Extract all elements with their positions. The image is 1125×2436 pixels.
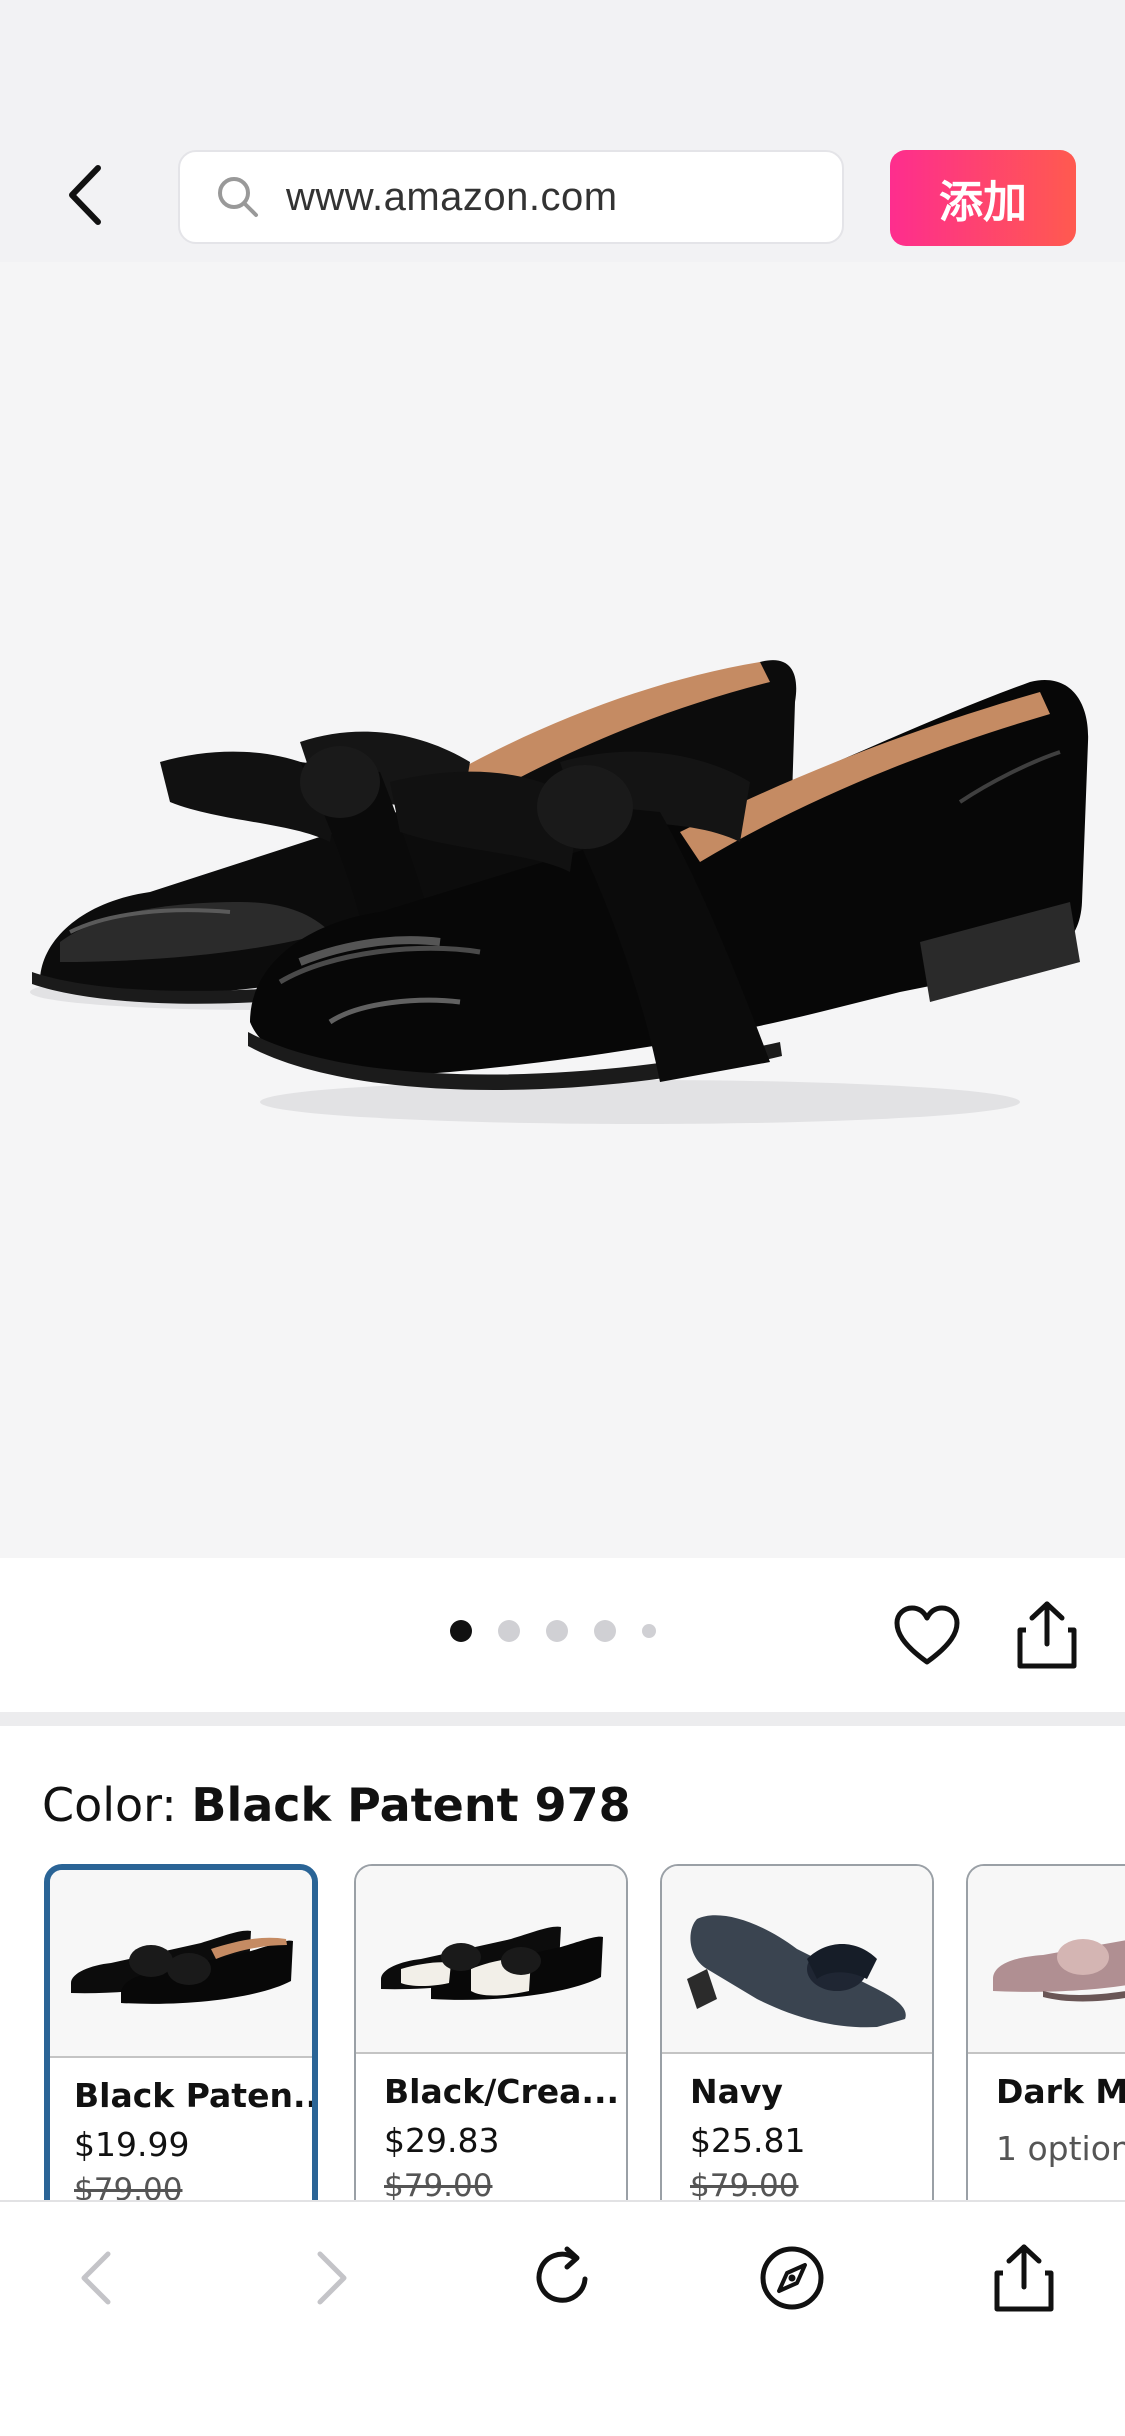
forward-arrow-icon xyxy=(317,2251,347,2305)
share-icon xyxy=(1017,1601,1077,1669)
carousel-dots xyxy=(450,1620,682,1642)
browser-bottom-toolbar xyxy=(0,2200,1125,2436)
variation-thumbnail xyxy=(662,1866,932,2054)
share-product-button[interactable] xyxy=(1012,1598,1082,1672)
carousel-dot-5[interactable] xyxy=(642,1624,656,1638)
variation-list-price: $79.00 xyxy=(384,2168,493,2200)
share-button[interactable] xyxy=(984,2238,1064,2318)
variation-card-black-patent[interactable]: Black Paten... $19.99 $79.00 xyxy=(44,1864,318,2200)
carousel-dot-1[interactable] xyxy=(450,1620,472,1642)
variation-price: $29.83 xyxy=(384,2121,500,2160)
variation-name: Dark Mau xyxy=(996,2072,1125,2111)
reload-button[interactable] xyxy=(522,2238,602,2318)
carousel-dot-2[interactable] xyxy=(498,1620,520,1642)
compass-icon xyxy=(760,2246,824,2310)
chevron-left-icon xyxy=(69,165,101,225)
nav-forward-button[interactable] xyxy=(292,2238,372,2318)
variation-name: Navy xyxy=(690,2072,783,2111)
color-label-prefix: Color: xyxy=(42,1778,192,1832)
variation-name: Black Paten... xyxy=(74,2076,312,2115)
variation-thumbnail xyxy=(50,1870,312,2058)
variation-list-price: $79.00 xyxy=(74,2172,183,2200)
color-value: Black Patent 978 xyxy=(191,1778,631,1832)
add-button[interactable]: 添加 xyxy=(890,150,1076,246)
explore-button[interactable] xyxy=(752,2238,832,2318)
reload-icon xyxy=(536,2246,588,2303)
carousel-dot-4[interactable] xyxy=(594,1620,616,1642)
carousel-controls xyxy=(0,1558,1125,1712)
variation-option-count: 1 option xyxy=(996,2129,1125,2168)
search-icon xyxy=(210,169,266,225)
variation-name: Black/Crea... xyxy=(384,2072,620,2111)
color-variations: Color: Black Patent 978 Black Paten... $… xyxy=(0,1726,1125,2200)
variation-info: Black/Crea... $29.83 $79.00 xyxy=(356,2054,626,2200)
favorite-button[interactable] xyxy=(892,1602,962,1672)
variation-info: Black Paten... $19.99 $79.00 xyxy=(50,2058,312,2200)
product-image[interactable] xyxy=(0,262,1125,1558)
variation-list-price: $79.00 xyxy=(690,2168,799,2200)
variation-thumbnail xyxy=(356,1866,626,2054)
url-text: www.amazon.com xyxy=(286,174,618,219)
nav-back-button[interactable] xyxy=(56,2238,136,2318)
section-divider xyxy=(0,1712,1125,1726)
share-icon xyxy=(994,2244,1054,2312)
variation-info: Dark Mau 1 option xyxy=(968,2054,1125,2168)
variation-price: $25.81 xyxy=(690,2121,806,2160)
variation-card-black-cream[interactable]: Black/Crea... $29.83 $79.00 xyxy=(354,1864,628,2200)
color-label: Color: Black Patent 978 xyxy=(42,1778,631,1832)
back-button[interactable] xyxy=(40,150,130,240)
variation-card-navy[interactable]: Navy $25.81 $79.00 xyxy=(660,1864,934,2200)
heart-icon xyxy=(894,1605,960,1665)
carousel-dot-3[interactable] xyxy=(546,1620,568,1642)
browser-top-bar: www.amazon.com 添加 xyxy=(0,0,1125,262)
variation-cards: Black Paten... $19.99 $79.00 Black/Crea.… xyxy=(44,1864,1125,2200)
back-arrow-icon xyxy=(81,2251,111,2305)
variation-price: $19.99 xyxy=(74,2125,190,2164)
variation-thumbnail xyxy=(968,1866,1125,2054)
variation-card-dark-mauve[interactable]: Dark Mau 1 option xyxy=(966,1864,1125,2200)
loafers-illustration xyxy=(30,660,1089,1124)
variation-info: Navy $25.81 $79.00 xyxy=(662,2054,932,2200)
url-field[interactable]: www.amazon.com xyxy=(178,150,844,244)
